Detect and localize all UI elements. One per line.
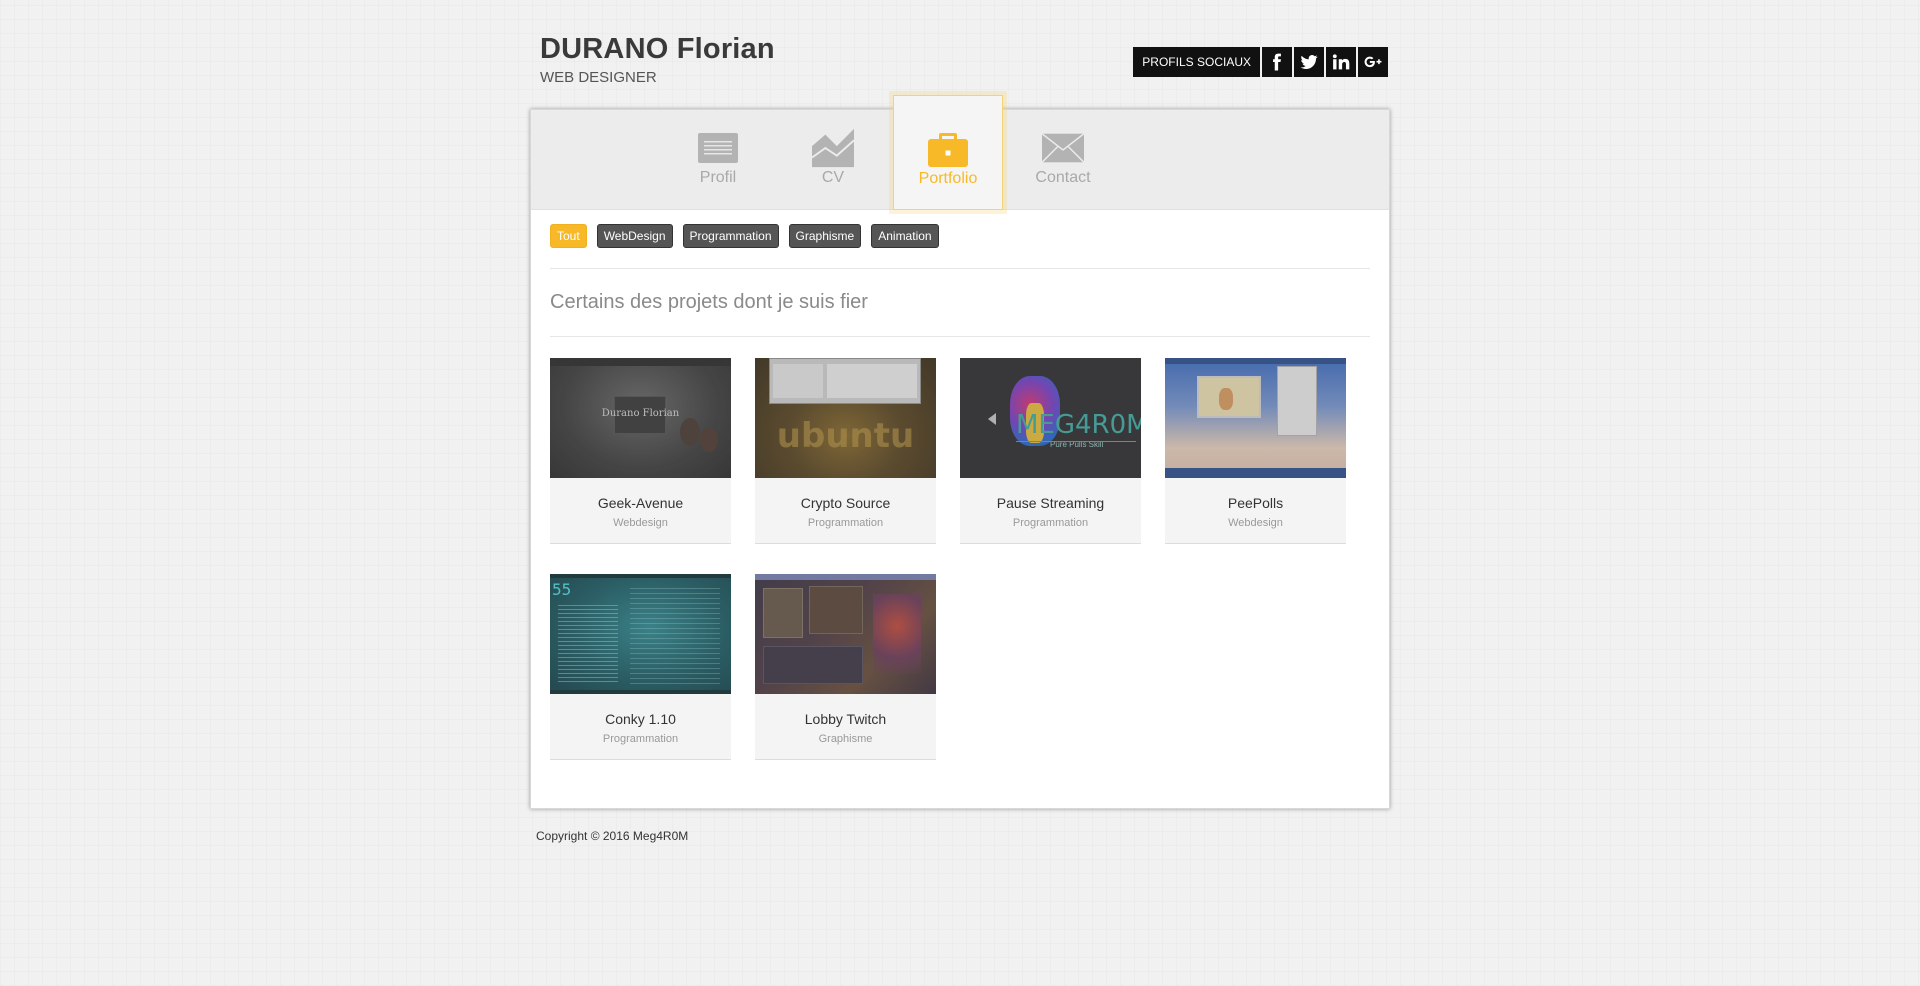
nav-label-contact: Contact	[1035, 169, 1091, 186]
nav-item-contact[interactable]: Contact	[1008, 128, 1118, 210]
project-title: Pause Streaming	[996, 495, 1105, 511]
divider	[550, 268, 1370, 269]
footer-copyright: Copyright © 2016 Meg4R0M	[536, 829, 689, 843]
project-category: Webdesign	[613, 517, 668, 529]
nav-item-profil[interactable]: Profil	[663, 128, 773, 210]
project-card-crypto-source[interactable]: ubuntu Crypto Source Programmation	[755, 358, 936, 544]
main-panel: Profil CV Portfolio Contact Tout WebDesi…	[530, 95, 1390, 809]
nav-item-portfolio[interactable]: Portfolio	[893, 95, 1003, 210]
social-profiles-label: PROFILS SOCIAUX	[1133, 47, 1260, 77]
nav-item-cv[interactable]: CV	[778, 128, 888, 210]
project-title: Lobby Twitch	[804, 711, 887, 727]
project-card-geek-avenue[interactable]: Durano Florian Geek-Avenue Webdesign	[550, 358, 731, 544]
project-card-pause-streaming[interactable]: MEG4R0M Pure Pulls Skill Pause Streaming…	[960, 358, 1141, 544]
briefcase-icon	[927, 129, 969, 169]
project-thumbnail: MEG4R0M Pure Pulls Skill	[960, 358, 1141, 478]
project-title: Conky 1.10	[605, 711, 676, 727]
divider	[550, 336, 1370, 337]
nav-label-profil: Profil	[699, 169, 737, 186]
facebook-icon[interactable]	[1262, 47, 1292, 77]
project-card-conky[interactable]: 55 Conky 1.10 Programmation	[550, 574, 731, 760]
filter-graphisme[interactable]: Graphisme	[788, 224, 862, 248]
project-category: Programmation	[807, 517, 884, 529]
project-category: Programmation	[1012, 517, 1089, 529]
twitter-icon[interactable]	[1294, 47, 1324, 77]
project-thumbnail	[1165, 358, 1346, 478]
envelope-icon	[1042, 128, 1084, 168]
project-title: PeePolls	[1227, 495, 1284, 511]
social-bar: PROFILS SOCIAUX	[1133, 47, 1388, 77]
filter-animation[interactable]: Animation	[871, 224, 939, 248]
filter-programmation[interactable]: Programmation	[682, 224, 779, 248]
linkedin-icon[interactable]	[1326, 47, 1356, 77]
project-card-lobby-twitch[interactable]: Lobby Twitch Graphisme	[755, 574, 936, 760]
filter-webdesign[interactable]: WebDesign	[596, 224, 673, 248]
project-card-peepolls[interactable]: PeePolls Webdesign	[1165, 358, 1346, 544]
filter-bar: Tout WebDesign Programmation Graphisme A…	[550, 224, 939, 248]
project-category: Graphisme	[818, 733, 873, 745]
project-thumbnail: 55	[550, 574, 731, 694]
section-title: Certains des projets dont je suis fier	[550, 291, 868, 313]
main-nav: Profil CV Portfolio Contact	[531, 95, 1389, 210]
project-thumbnail: ubuntu	[755, 358, 936, 478]
nav-label-cv: CV	[821, 169, 845, 186]
project-thumbnail: Durano Florian	[550, 358, 731, 478]
project-title: Geek-Avenue	[597, 495, 684, 511]
project-category: Webdesign	[1228, 517, 1283, 529]
project-thumbnail	[755, 574, 936, 694]
project-category: Programmation	[602, 733, 679, 745]
chart-icon	[812, 128, 854, 168]
project-title: Crypto Source	[800, 495, 891, 511]
filter-tout[interactable]: Tout	[550, 224, 587, 248]
site-header: DURANO Florian WEB DESIGNER PROFILS SOCI…	[540, 33, 1388, 93]
profile-icon	[697, 128, 739, 168]
google-plus-icon[interactable]	[1358, 47, 1388, 77]
nav-label-portfolio: Portfolio	[918, 170, 978, 187]
